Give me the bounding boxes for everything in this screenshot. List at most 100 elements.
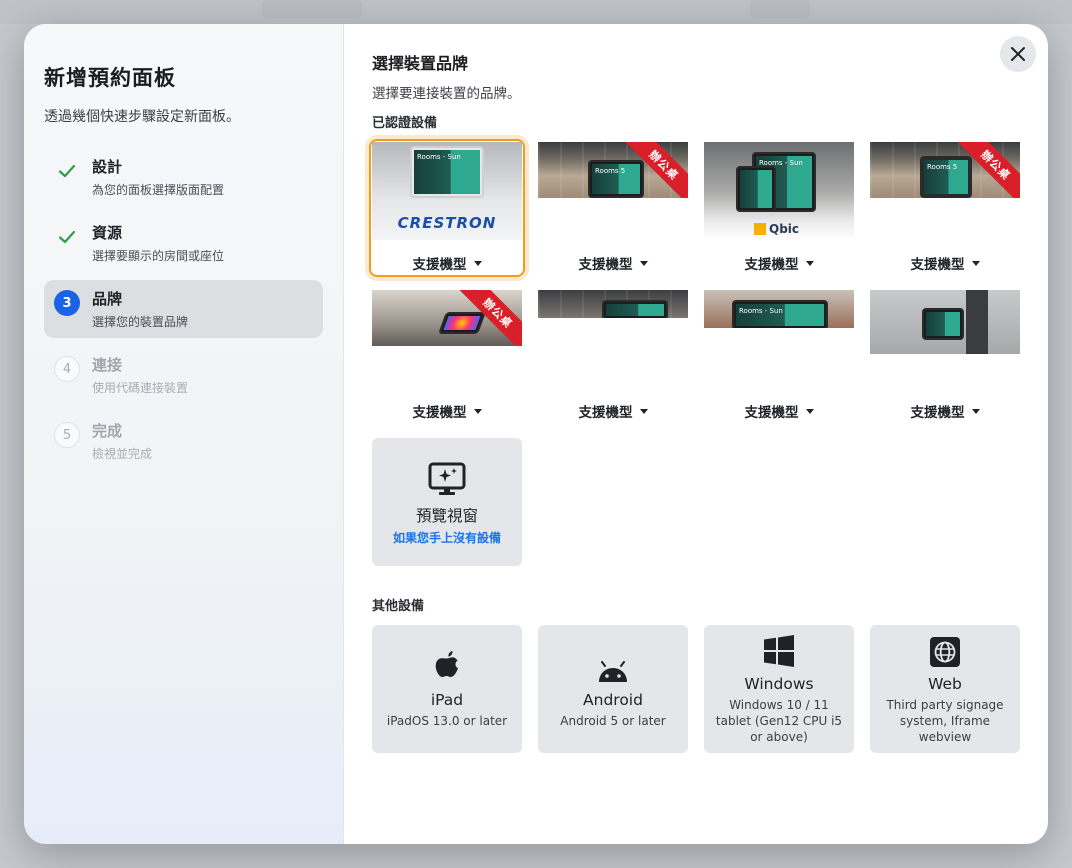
dialog-title: 新增預約面板: [44, 66, 176, 90]
supported-models-label: 支援機型: [910, 257, 965, 273]
supported-models-dropdown[interactable]: 支援機型: [870, 400, 1020, 422]
device-image: Rooms - Sun: [704, 290, 854, 328]
qbic-logo: Qbic: [754, 222, 799, 236]
brand-card-6[interactable]: 支援機型: [538, 290, 688, 421]
dialog-subtitle: 透過幾個快速步驟設定新面板。: [44, 109, 240, 125]
step-resource[interactable]: 資源 選擇要顯示的房間或座位: [44, 214, 323, 272]
section-title: 選擇裝置品牌: [372, 54, 469, 73]
supported-models-dropdown[interactable]: 支援機型: [372, 400, 522, 422]
step-finish: 5 完成 檢視並完成: [44, 412, 323, 470]
device-image: Rooms 5 辦公桌: [870, 142, 1020, 198]
apple-icon: [372, 625, 522, 683]
backdrop-ghost: [262, 0, 362, 18]
device-name: Web: [928, 675, 962, 693]
caret-down-icon: [639, 408, 648, 414]
brand-card-qbic[interactable]: Rooms - Sun Qbic 支援機型: [704, 142, 854, 273]
step-title: 完成: [92, 422, 123, 440]
caret-down-icon: [473, 260, 482, 266]
device-card-android[interactable]: Android Android 5 or later: [538, 625, 688, 753]
step-brand[interactable]: 3 品牌 選擇您的裝置品牌: [44, 280, 323, 338]
brand-card-7[interactable]: Rooms - Sun 支援機型: [704, 290, 854, 421]
screen-text: Rooms 5: [924, 160, 968, 194]
caret-down-icon: [971, 260, 980, 266]
step-number-badge: 5: [54, 422, 80, 448]
device-requirement: Android 5 or later: [560, 714, 666, 728]
device-name: Windows: [744, 675, 814, 693]
step-number-badge: 4: [54, 356, 80, 382]
caret-down-icon: [805, 260, 814, 266]
brand-card-5[interactable]: 辦公桌 支援機型: [372, 290, 522, 421]
preview-title: 預覽視窗: [415, 507, 478, 525]
brand-card-8[interactable]: 支援機型: [870, 290, 1020, 421]
backdrop-bar: [0, 0, 1072, 24]
other-devices-label: 其他設備: [372, 599, 425, 614]
crestron-logo: CRESTRON: [397, 214, 497, 232]
step-description: 使用代碼連接裝置: [92, 381, 189, 395]
device-requirement: iPadOS 13.0 or later: [386, 714, 508, 728]
check-icon: [54, 158, 80, 184]
device-card-ipad[interactable]: iPad iPadOS 13.0 or later: [372, 625, 522, 753]
step-number-badge: 3: [54, 290, 80, 316]
android-icon: [538, 625, 688, 683]
close-button[interactable]: [1000, 36, 1036, 72]
step-list: 設計 為您的面板選擇版面配置 資源 選擇要顯示的房間或座位 3 品牌 選擇您的裝…: [44, 148, 323, 470]
backdrop-ghost: [750, 0, 810, 18]
preview-window-card[interactable]: 預覽視窗 如果您手上沒有設備: [372, 438, 522, 566]
screen-text: Rooms 5: [592, 164, 640, 194]
caret-down-icon: [473, 408, 482, 414]
device-card-web[interactable]: Web Third party signage system, Iframe w…: [870, 625, 1020, 753]
step-description: 選擇要顯示的房間或座位: [92, 249, 225, 263]
globe-icon: [870, 625, 1020, 667]
section-description: 選擇要連接裝置的品牌。: [372, 86, 521, 102]
wizard-sidebar: 新增預約面板 透過幾個快速步驟設定新面板。 設計 為您的面板選擇版面配置 資源 …: [24, 24, 344, 844]
brand-card-2[interactable]: Rooms 5 辦公桌 支援機型: [538, 142, 688, 273]
supported-models-label: 支援機型: [412, 405, 467, 421]
certified-devices-label: 已認證設備: [372, 116, 438, 131]
monitor-sparkle-icon: [428, 462, 466, 495]
supported-models-label: 支援機型: [744, 405, 799, 421]
supported-models-label: 支援機型: [578, 405, 633, 421]
step-title: 連接: [92, 356, 123, 374]
supported-models-dropdown[interactable]: 支援機型: [704, 400, 854, 422]
step-description: 檢視並完成: [92, 447, 153, 461]
preview-subtitle: 如果您手上沒有設備: [392, 531, 501, 545]
supported-models-label: 支援機型: [910, 405, 965, 421]
device-image: Rooms - Sun Qbic: [704, 142, 854, 240]
brand-card-crestron[interactable]: Rooms - Sun CRESTRON 支援機型: [372, 142, 522, 273]
supported-models-dropdown[interactable]: 支援機型: [870, 252, 1020, 274]
device-image: [538, 290, 688, 318]
supported-models-label: 支援機型: [412, 257, 467, 273]
device-card-windows[interactable]: Windows Windows 10 / 11 tablet (Gen12 CP…: [704, 625, 854, 753]
supported-models-dropdown[interactable]: 支援機型: [372, 252, 522, 274]
caret-down-icon: [639, 260, 648, 266]
device-image: Rooms - Sun CRESTRON: [372, 142, 522, 240]
screen-text: Rooms - Sun: [736, 304, 824, 326]
windows-icon: [704, 625, 854, 667]
step-title: 設計: [92, 158, 123, 176]
brand-selection-panel: 選擇裝置品牌 選擇要連接裝置的品牌。 已認證設備 Rooms - Sun CRE…: [344, 24, 1048, 844]
add-panel-dialog: 新增預約面板 透過幾個快速步驟設定新面板。 設計 為您的面板選擇版面配置 資源 …: [24, 24, 1048, 844]
device-name: iPad: [430, 691, 464, 709]
supported-models-dropdown[interactable]: 支援機型: [538, 252, 688, 274]
caret-down-icon: [971, 408, 980, 414]
step-design[interactable]: 設計 為您的面板選擇版面配置: [44, 148, 323, 206]
device-requirement: Windows 10 / 11 tablet (Gen12 CPU i5 or …: [715, 698, 843, 744]
supported-models-label: 支援機型: [744, 257, 799, 273]
supported-models-dropdown[interactable]: 支援機型: [538, 400, 688, 422]
device-image: Rooms 5 辦公桌: [538, 142, 688, 198]
step-title: 品牌: [92, 290, 123, 308]
supported-models-dropdown[interactable]: 支援機型: [704, 252, 854, 274]
supported-models-label: 支援機型: [578, 257, 633, 273]
step-description: 選擇您的裝置品牌: [92, 315, 189, 329]
device-image: [870, 290, 1020, 354]
close-icon: [1011, 47, 1025, 61]
caret-down-icon: [805, 408, 814, 414]
screen-text: Rooms - Sun: [414, 150, 480, 194]
device-name: Android: [583, 691, 643, 709]
step-connect: 4 連接 使用代碼連接裝置: [44, 346, 323, 404]
step-description: 為您的面板選擇版面配置: [92, 183, 225, 197]
device-requirement: Third party signage system, Iframe webvi…: [886, 698, 1004, 744]
check-icon: [54, 224, 80, 250]
brand-card-4[interactable]: Rooms 5 辦公桌 支援機型: [870, 142, 1020, 273]
step-title: 資源: [92, 224, 123, 242]
